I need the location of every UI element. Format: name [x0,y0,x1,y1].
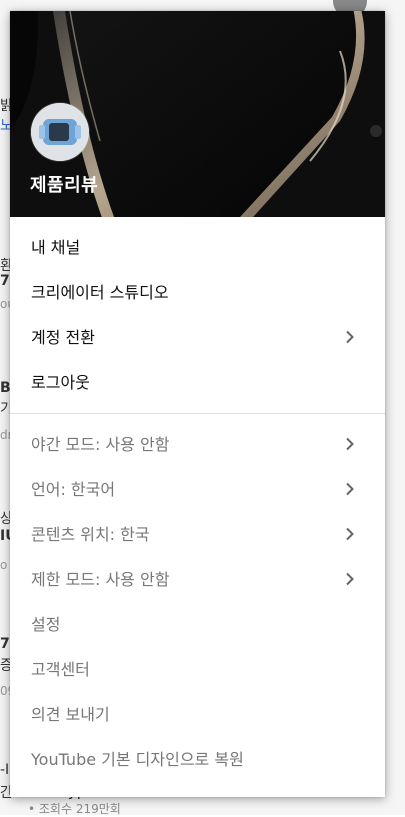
menu-item-label: 내 채널 [31,238,81,257]
chevron-right-icon [346,527,354,541]
my-channel-item[interactable]: 내 채널 [10,225,385,270]
help-center-item[interactable]: 고객센터 [10,647,385,692]
menu-item-label: 언어: 한국어 [31,480,116,499]
chevron-right-icon [346,330,354,344]
channel-avatar[interactable] [31,103,89,161]
language-item[interactable]: 언어: 한국어 [10,467,385,512]
dark-mode-item[interactable]: 야간 모드: 사용 안함 [10,422,385,467]
settings-section: 야간 모드: 사용 안함 언어: 한국어 콘텐츠 위치: 한국 제한 모드: 사… [10,414,385,790]
menu-item-label: YouTube 기본 디자인으로 복원 [31,750,244,769]
logout-item[interactable]: 로그아웃 [10,360,385,405]
settings-item[interactable]: 설정 [10,602,385,647]
menu-item-label: 제한 모드: 사용 안함 [31,570,170,589]
content-location-item[interactable]: 콘텐츠 위치: 한국 [10,512,385,557]
menu-item-label: 계정 전환 [31,328,95,347]
menu-item-label: 의견 보내기 [31,705,110,724]
send-feedback-item[interactable]: 의견 보내기 [10,692,385,737]
chevron-right-icon [346,437,354,451]
menu-item-label: 야간 모드: 사용 안함 [31,435,170,454]
restricted-mode-item[interactable]: 제한 모드: 사용 안함 [10,557,385,602]
background-video-meta: • 조회수 219만회 [28,802,121,816]
chevron-right-icon [346,572,354,586]
channel-header: 제품리뷰 [10,11,385,217]
switch-account-item[interactable]: 계정 전환 [10,315,385,360]
menu-item-label: 콘텐츠 위치: 한국 [31,525,150,544]
watch-icon [31,103,89,161]
account-section: 내 채널 크리에이터 스튜디오 계정 전환 로그아웃 [10,217,385,413]
menu-item-label: 고객센터 [31,660,90,679]
account-menu: 제품리뷰 내 채널 크리에이터 스튜디오 계정 전환 로그아웃 야간 모드: 사… [10,11,385,797]
restore-classic-design-item[interactable]: YouTube 기본 디자인으로 복원 [10,737,385,782]
menu-item-label: 크리에이터 스튜디오 [31,283,169,302]
chevron-right-icon [346,482,354,496]
creator-studio-item[interactable]: 크리에이터 스튜디오 [10,270,385,315]
menu-item-label: 로그아웃 [31,373,90,392]
channel-name: 제품리뷰 [30,175,99,196]
menu-item-label: 설정 [31,615,61,634]
